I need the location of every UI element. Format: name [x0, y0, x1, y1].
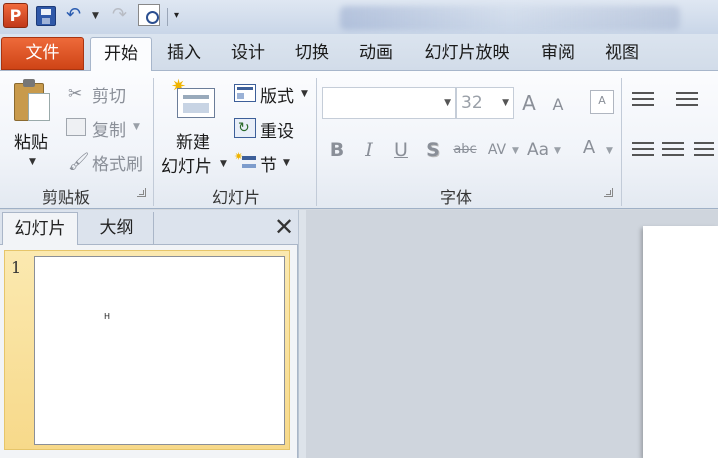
slides-group-label: 幻灯片: [211, 188, 260, 207]
redo-icon: ↷: [112, 4, 128, 25]
shrink-font-button: A: [552, 95, 564, 114]
quick-access-separator: [167, 8, 168, 26]
font-launcher-icon[interactable]: [604, 188, 613, 197]
format-painter-button: 格式刷: [92, 155, 143, 175]
group-divider: [153, 78, 154, 206]
bullets-icon: [632, 92, 654, 110]
close-pane-icon[interactable]: ✕: [272, 214, 296, 240]
slide-number: 1: [11, 258, 22, 277]
clipboard-group-label: 剪贴板: [41, 188, 90, 207]
powerpoint-app-icon[interactable]: P: [3, 3, 28, 28]
font-color-button: A: [582, 137, 596, 158]
paste-dropdown-icon[interactable]: ▼: [29, 157, 36, 167]
italic-button: I: [365, 139, 373, 161]
font-name-combobox[interactable]: ▼: [322, 87, 456, 119]
font-name-dropdown-icon[interactable]: ▼: [444, 88, 451, 118]
tab-review[interactable]: 审阅: [532, 37, 584, 71]
text-shadow-button: S: [426, 139, 440, 161]
strikethrough-button: abc: [453, 142, 477, 157]
layout-dropdown-icon[interactable]: ▼: [301, 89, 308, 99]
copy-icon: [66, 118, 86, 136]
underline-button: U: [394, 139, 408, 161]
tab-file[interactable]: 文件: [1, 37, 84, 70]
customize-quick-access-icon[interactable]: ▾: [174, 5, 179, 27]
grow-font-button: A: [522, 91, 536, 115]
font-size-dropdown-icon[interactable]: ▼: [502, 88, 509, 118]
reset-icon[interactable]: [234, 118, 256, 138]
new-slide-icon[interactable]: ✷: [171, 78, 217, 122]
cut-icon: ✂: [68, 84, 83, 104]
clear-formatting-button: A: [590, 90, 614, 114]
slide-thumbnail[interactable]: [34, 256, 285, 445]
character-spacing-dropdown-icon: ▼: [512, 146, 519, 156]
slide-thumbnail-text: H: [104, 312, 111, 321]
new-slide-button-line2[interactable]: 幻灯片: [161, 152, 212, 177]
group-divider: [621, 78, 622, 206]
section-icon[interactable]: ✷: [234, 150, 258, 172]
tab-transitions[interactable]: 切换: [286, 37, 338, 71]
copy-dropdown-icon: ▼: [133, 122, 140, 132]
save-icon[interactable]: [36, 6, 56, 26]
new-slide-button-line1[interactable]: 新建: [176, 128, 210, 153]
character-spacing-button: AV: [487, 142, 507, 158]
section-dropdown-icon[interactable]: ▼: [283, 158, 290, 168]
paste-button[interactable]: 粘贴: [14, 128, 48, 153]
section-button[interactable]: 节: [260, 151, 277, 176]
change-case-button: Aa: [526, 140, 550, 160]
print-preview-icon[interactable]: [138, 4, 160, 26]
layout-icon[interactable]: [234, 84, 256, 102]
tab-slides-pane[interactable]: 幻灯片: [2, 212, 78, 245]
tab-insert[interactable]: 插入: [158, 37, 210, 71]
tab-view[interactable]: 视图: [596, 37, 648, 71]
change-case-dropdown-icon: ▼: [554, 146, 561, 156]
window-title-blurred: [340, 6, 680, 30]
copy-button: 复制: [92, 121, 126, 141]
numbering-icon: [676, 92, 698, 110]
new-slide-dropdown-icon[interactable]: ▼: [220, 159, 227, 169]
tab-outline-pane[interactable]: 大纲: [80, 212, 154, 245]
clipboard-launcher-icon[interactable]: [137, 188, 146, 197]
font-color-dropdown-icon: ▼: [606, 146, 613, 156]
font-size-combobox[interactable]: 32 ▼: [456, 87, 514, 119]
tab-home[interactable]: 开始: [90, 37, 152, 71]
align-left-icon: [632, 142, 654, 160]
font-size-value: 32: [461, 93, 483, 113]
slide-canvas[interactable]: [643, 226, 718, 458]
format-painter-icon: 🖌: [68, 152, 90, 172]
bold-button: B: [329, 139, 345, 161]
cut-button: 剪切: [92, 87, 126, 107]
pane-splitter[interactable]: [298, 210, 306, 458]
align-center-icon: [662, 142, 684, 160]
align-right-icon: [694, 142, 714, 160]
layout-button[interactable]: 版式: [260, 82, 294, 107]
undo-icon[interactable]: ↶: [66, 5, 88, 27]
paste-icon[interactable]: [14, 79, 52, 123]
reset-button[interactable]: 重设: [260, 117, 294, 142]
undo-dropdown-icon[interactable]: ▼: [92, 5, 99, 27]
font-group-label: 字体: [439, 188, 472, 207]
tab-design[interactable]: 设计: [222, 37, 274, 71]
tab-slideshow[interactable]: 幻灯片放映: [414, 37, 520, 71]
tab-animations[interactable]: 动画: [350, 37, 402, 71]
